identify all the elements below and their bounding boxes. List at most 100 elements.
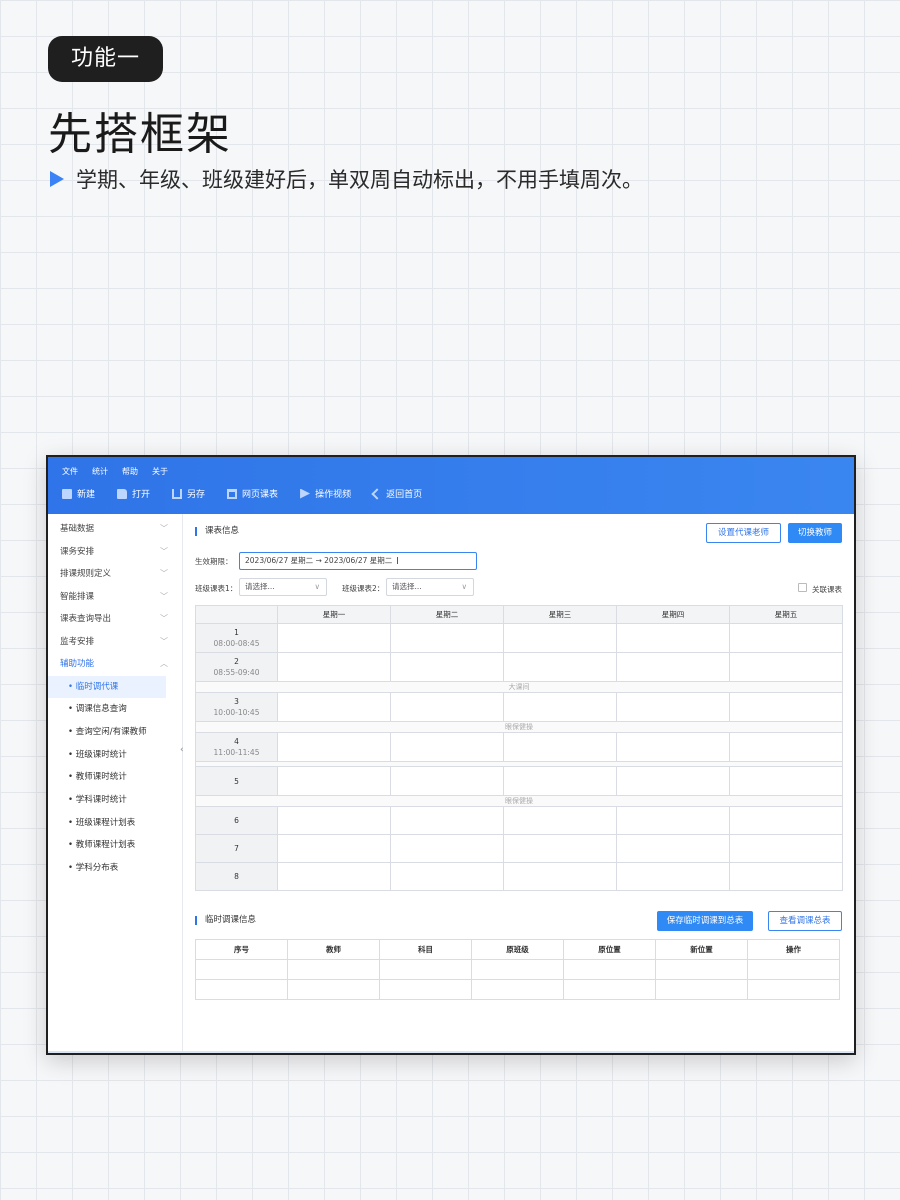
table-row: 8: [195, 862, 843, 891]
set-substitute-teacher-button[interactable]: 设置代课老师: [706, 523, 781, 543]
period-cell: 3 10:00-10:45: [195, 692, 278, 722]
open-button[interactable]: 打开: [117, 487, 150, 500]
collapse-sidebar-icon[interactable]: ‹: [180, 745, 186, 755]
timetable-section-title: 课表信息: [195, 527, 239, 536]
period-cell: 7: [195, 834, 278, 863]
class-table1-label: 班级课表1：: [195, 584, 238, 593]
horizontal-scrollbar[interactable]: [48, 1051, 854, 1053]
sidebar: 基础数据 ﹀ 课务安排 ﹀ 排课规则定义 ﹀ 智能排课 ﹀ 课表查询导出 ﹀ 监考安排 ﹀ …: [48, 514, 183, 1053]
table-row: 6: [195, 806, 843, 835]
chevron-down-icon: ﹀: [160, 546, 168, 556]
period-cell: 6: [195, 806, 278, 835]
save-as-icon: [172, 488, 183, 499]
sidebar-group-rules[interactable]: 排课规则定义 ﹀: [48, 563, 182, 586]
new-file-icon: [62, 488, 72, 499]
class-table1-select[interactable]: 请选择... ∨: [239, 578, 327, 596]
sidebar-item-class-plan[interactable]: • 班级课程计划表: [48, 812, 182, 835]
table-row: 5: [195, 766, 843, 796]
day-header: 星期一: [277, 605, 391, 624]
period-cell: 5: [195, 766, 278, 796]
timetable-grid: 星期一 星期二 星期三 星期四 星期五 1 08:00-08:45 2 08:55-…: [195, 605, 843, 891]
view-adjust-summary-button[interactable]: 查看调课总表: [768, 911, 842, 931]
description-text: 学期、年级、班级建好后，单双周自动标出，不用手填周次。: [76, 168, 643, 192]
column-header: 科目: [379, 939, 472, 960]
page-title: 先搭框架: [48, 109, 232, 160]
period-cell: 1 08:00-08:45: [195, 623, 278, 653]
switch-teacher-button[interactable]: 切换教师: [788, 523, 842, 543]
web-timetable-button[interactable]: 网页课表: [227, 487, 278, 500]
chevron-down-icon: ∨: [461, 582, 468, 591]
sidebar-group-invigilation[interactable]: 监考安排 ﹀: [48, 631, 182, 654]
sidebar-group-smart-scheduling[interactable]: 智能排课 ﹀: [48, 586, 182, 609]
chevron-down-icon: ﹀: [160, 569, 168, 578]
sidebar-group-auxiliary[interactable]: 辅助功能 ︿: [48, 653, 182, 676]
table-row: 4 11:00-11:45: [195, 732, 843, 762]
triangle-bullet-icon: [50, 171, 64, 187]
sidebar-item-temp-substitute[interactable]: • 临时调代课: [48, 675, 166, 699]
adjust-table: 序号 教师 科目 原班级 原位置 新位置 操作: [195, 939, 840, 1000]
column-header: 序号: [195, 939, 288, 960]
menu-about[interactable]: 关于: [152, 466, 168, 477]
break-row: 眼保健操: [195, 795, 843, 807]
sidebar-item-subject-hours[interactable]: • 学科课时统计: [48, 789, 182, 812]
column-header: 新位置: [655, 939, 748, 960]
main-content: 课表信息 设置代课老师 切换教师 生效期限： 2023/06/27 星期二 → …: [194, 514, 844, 1053]
chevron-up-icon: ︿: [160, 659, 168, 668]
text-cursor-icon: I: [396, 556, 399, 567]
app-header: 文件 统计 帮助 关于 新建 打开 另存 网页课表 操作视频 返回首页: [48, 457, 854, 514]
menu-bar: 文件 统计 帮助 关于: [62, 466, 168, 477]
table-row: [195, 979, 840, 1000]
sidebar-group-query-export[interactable]: 课表查询导出 ﹀: [48, 608, 182, 631]
app-screenshot: 文件 统计 帮助 关于 新建 打开 另存 网页课表 操作视频 返回首页 基础数据…: [46, 455, 856, 1055]
save-as-button[interactable]: 另存: [172, 487, 205, 500]
sidebar-item-free-teachers[interactable]: • 查询空闲/有课教师: [48, 721, 182, 744]
table-row: 3 10:00-10:45: [195, 692, 843, 722]
feature-description: 学期、年级、班级建好后，单双周自动标出，不用手填周次。: [48, 164, 643, 194]
video-button[interactable]: 操作视频: [300, 487, 351, 500]
sidebar-item-teacher-plan[interactable]: • 教师课程计划表: [48, 834, 182, 857]
table-row: 2 08:55-09:40: [195, 652, 843, 682]
chevron-down-icon: ﹀: [160, 524, 168, 533]
new-button[interactable]: 新建: [62, 487, 95, 500]
back-home-icon: [371, 487, 383, 500]
day-header: 星期四: [616, 605, 730, 624]
break-row: 大课间: [195, 681, 843, 693]
chevron-down-icon: ﹀: [160, 614, 168, 623]
sidebar-item-class-hours[interactable]: • 班级课时统计: [48, 744, 182, 767]
period-cell: 4 11:00-11:45: [195, 732, 278, 762]
effective-date-input[interactable]: 2023/06/27 星期二 → 2023/06/27 星期二: [239, 552, 477, 570]
break-row: 眼保健操: [195, 721, 843, 733]
toolbar: 新建 打开 另存 网页课表 操作视频 返回首页: [62, 487, 444, 500]
menu-stats[interactable]: 统计: [92, 466, 108, 477]
link-tables-label: 关联课表: [812, 585, 842, 594]
menu-file[interactable]: 文件: [62, 466, 78, 477]
save-temp-adjust-button[interactable]: 保存临时调课到总表: [657, 911, 753, 931]
chevron-down-icon: ﹀: [160, 636, 168, 646]
sidebar-group-course-affairs[interactable]: 课务安排 ﹀: [48, 541, 182, 564]
table-row: [195, 959, 840, 980]
class-table2-select[interactable]: 请选择... ∨: [386, 578, 474, 596]
sidebar-group-basic-data[interactable]: 基础数据 ﹀: [48, 518, 182, 541]
web-timetable-icon: [227, 488, 238, 499]
sidebar-item-teacher-hours[interactable]: • 教师课时统计: [48, 766, 182, 789]
chevron-down-icon: ∨: [314, 582, 321, 591]
class-table2-label: 班级课表2：: [342, 584, 385, 593]
day-header: 星期二: [390, 605, 504, 624]
effective-date-label: 生效期限：: [195, 557, 233, 566]
link-tables-checkbox[interactable]: [798, 583, 807, 592]
menu-help[interactable]: 帮助: [122, 466, 138, 477]
open-folder-icon: [117, 488, 128, 499]
table-row: 7: [195, 834, 843, 863]
video-icon: [300, 488, 311, 499]
break-label: 大课间: [195, 681, 843, 693]
break-label: 眼保健操: [195, 721, 843, 733]
period-cell: 2 08:55-09:40: [195, 652, 278, 682]
chevron-down-icon: ﹀: [160, 591, 168, 601]
column-header: 教师: [287, 939, 380, 960]
sidebar-item-adjust-query[interactable]: • 调课信息查询: [48, 698, 182, 721]
adjust-section-title: 临时调课信息: [195, 916, 256, 925]
column-header: 原位置: [563, 939, 656, 960]
back-home-button[interactable]: 返回首页: [371, 487, 422, 500]
period-cell: 8: [195, 862, 278, 891]
sidebar-item-subject-distribution[interactable]: • 学科分布表: [48, 857, 182, 880]
